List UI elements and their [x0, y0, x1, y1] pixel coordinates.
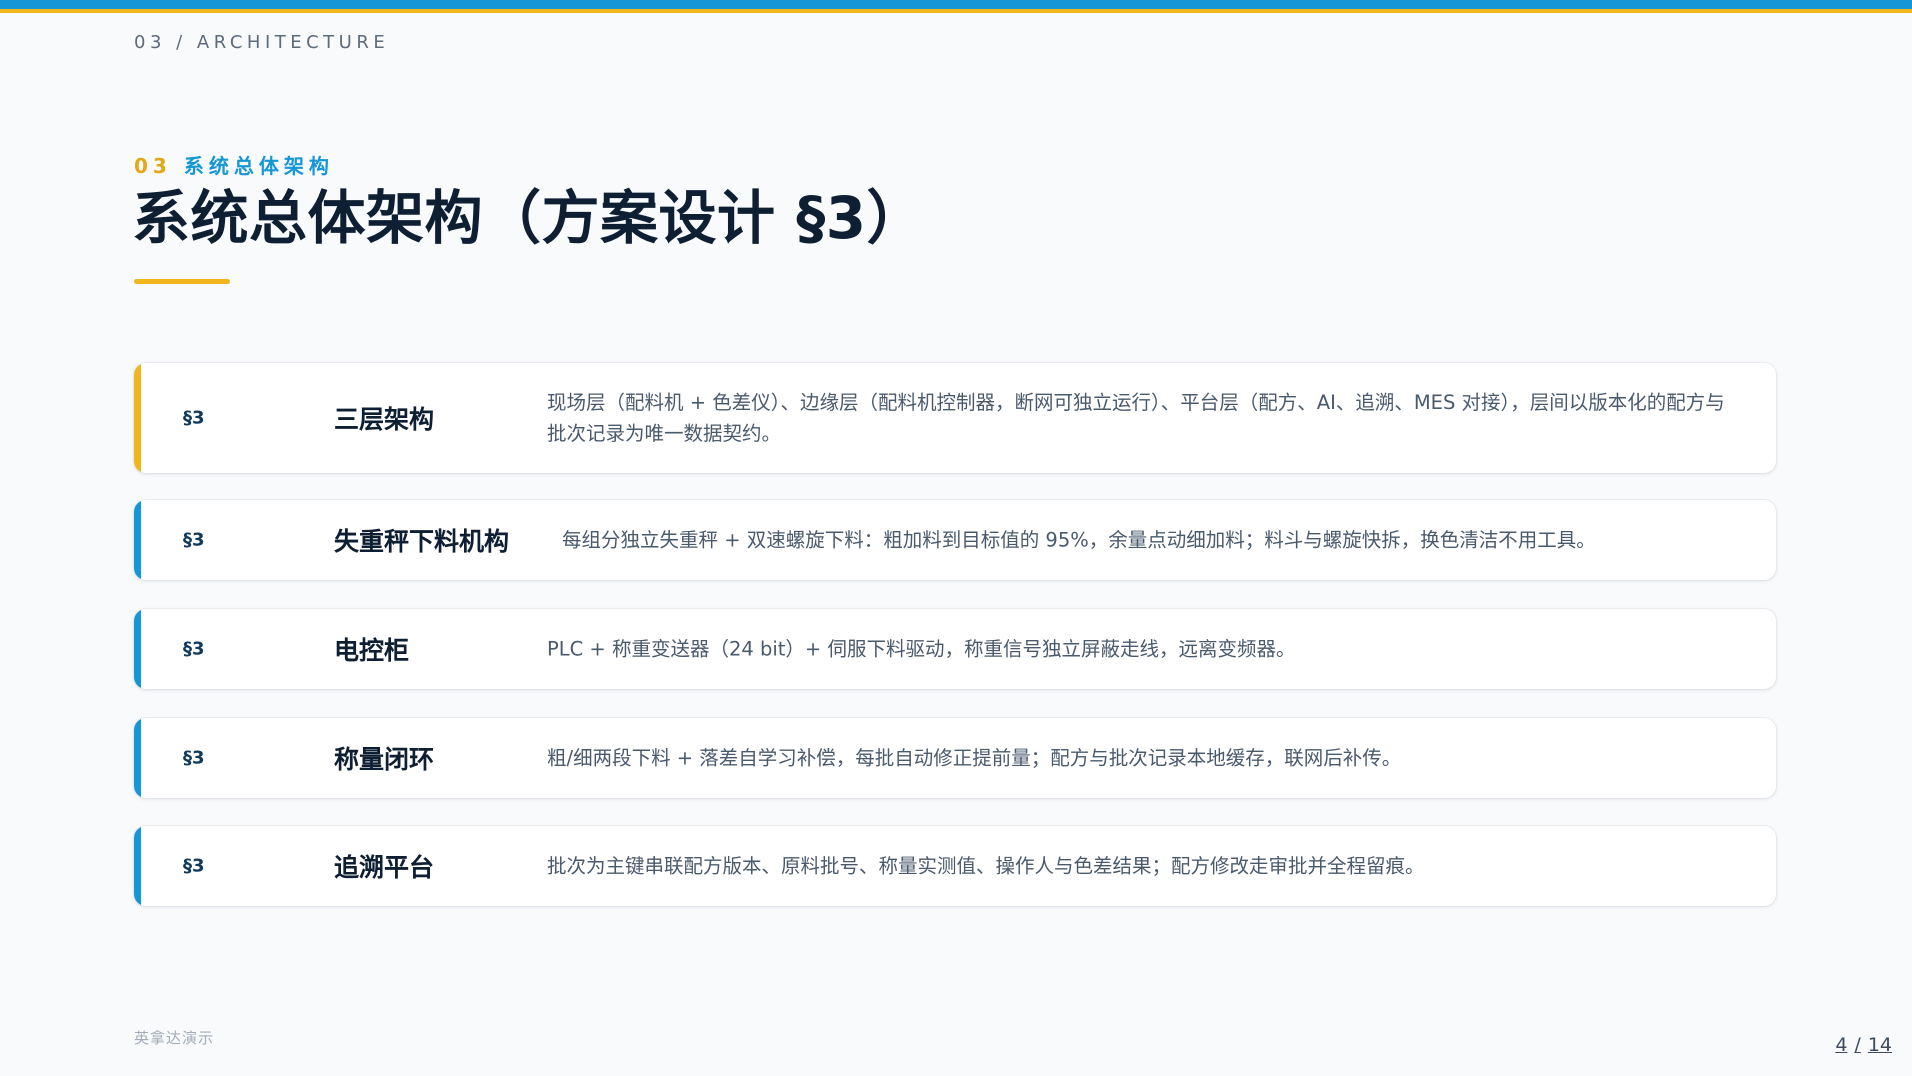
footer-brand: 英拿达演示 — [134, 1029, 215, 1047]
section-card-weighing-loop: §3 称量闭环 粗/细两段下料 + 落差自学习补偿，每批自动修正提前量；配方与批… — [134, 718, 1776, 798]
section-card-control-cabinet: §3 电控柜 PLC + 称重变送器（24 bit）+ 伺服下料驱动，称重信号独… — [134, 609, 1776, 689]
section-description: PLC + 称重变送器（24 bit）+ 伺服下料驱动，称重信号独立屏蔽走线，远… — [547, 637, 1296, 661]
total-pages-link[interactable]: 14 — [1868, 1034, 1892, 1056]
section-description: 每组分独立失重秤 + 双速螺旋下料：粗加料到目标值的 95%，余量点动细加料；料… — [562, 528, 1596, 552]
section-name: 追溯平台 — [334, 853, 435, 882]
eyebrow-text: 系统总体架构 — [183, 154, 334, 178]
section-card-loss-in-weight: §3 失重秤下料机构 每组分独立失重秤 + 双速螺旋下料：粗加料到目标值的 95… — [134, 500, 1776, 580]
card-accent-bar — [134, 363, 141, 473]
section-card-three-layer: §3 三层架构 现场层（配料机 + 色差仪）、边缘层（配料机控制器，断网可独立运… — [134, 363, 1776, 473]
section-name: 三层架构 — [334, 405, 435, 434]
page-title: 系统总体架构（方案设计 §3） — [132, 184, 926, 252]
card-accent-bar — [134, 609, 141, 689]
section-name: 失重秤下料机构 — [334, 527, 510, 556]
page-indicator: 4 / 14 — [1835, 1034, 1892, 1056]
section-eyebrow: 03 系统总体架构 — [134, 150, 334, 179]
title-underline — [134, 279, 230, 284]
section-tag: §3 — [183, 529, 205, 551]
section-tag: §3 — [183, 855, 205, 877]
current-page-link[interactable]: 4 — [1835, 1034, 1847, 1056]
section-description: 粗/细两段下料 + 落差自学习补偿，每批自动修正提前量；配方与批次记录本地缓存，… — [547, 746, 1402, 770]
eyebrow-number: 03 — [134, 154, 172, 178]
card-accent-bar — [134, 826, 141, 906]
section-tag: §3 — [183, 407, 205, 429]
page-separator: / — [1854, 1034, 1861, 1056]
card-accent-bar — [134, 500, 141, 580]
breadcrumb: 03 / ARCHITECTURE — [134, 32, 390, 53]
card-accent-bar — [134, 718, 141, 798]
section-name: 称量闭环 — [334, 745, 435, 774]
section-description: 现场层（配料机 + 色差仪）、边缘层（配料机控制器，断网可独立运行）、平台层（配… — [547, 391, 1725, 445]
section-tag: §3 — [183, 747, 205, 769]
section-name: 电控柜 — [334, 636, 410, 665]
section-card-traceability: §3 追溯平台 批次为主键串联配方版本、原料批号、称量实测值、操作人与色差结果；… — [134, 826, 1776, 906]
section-tag: §3 — [183, 638, 205, 660]
section-description: 批次为主键串联配方版本、原料批号、称量实测值、操作人与色差结果；配方修改走审批并… — [547, 854, 1425, 878]
top-accent-bar — [0, 0, 1912, 13]
